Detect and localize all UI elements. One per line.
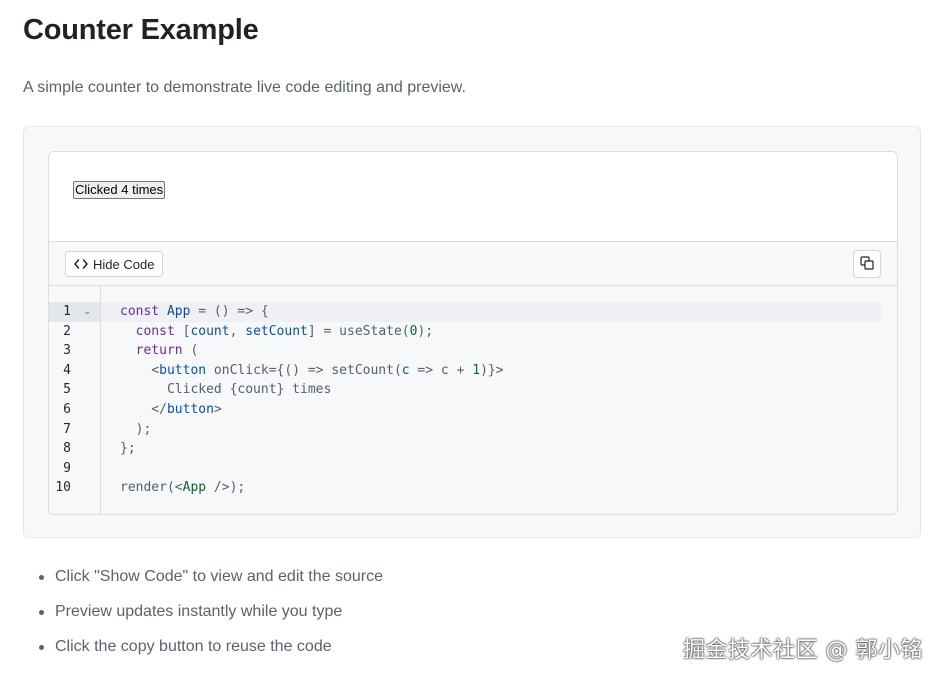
line-number: 2: [63, 323, 71, 339]
list-item: Click the copy button to reuse the code: [39, 637, 383, 672]
line-number: 1: [63, 304, 71, 319]
line-number: 6: [63, 402, 71, 417]
code-line: </button>: [120, 401, 222, 417]
line-number: 3: [63, 343, 71, 359]
toggle-code-button[interactable]: Hide Code: [65, 251, 164, 277]
feature-list: Click "Show Code" to view and edit the s…: [39, 567, 383, 672]
list-item: Preview updates instantly while you type: [39, 602, 383, 637]
line-number-gutter: 1 2 3 4 5 6 7 8 9 10 ⌄: [49, 286, 101, 514]
copy-button[interactable]: [853, 250, 881, 278]
code-editor[interactable]: 1 2 3 4 5 6 7 8 9 10 ⌄ const App = () => { const […: [49, 286, 897, 514]
code-brackets-icon: [74, 258, 88, 270]
line-number: 10: [55, 480, 71, 496]
counter-button[interactable]: Clicked 4 times: [73, 181, 166, 199]
live-demo-container: Clicked 4 times Hide Code 1 2 3 4 5 6 7 …: [23, 126, 921, 538]
code-line: const App = () => {: [120, 304, 269, 319]
code-toolbar: Hide Code: [49, 241, 897, 286]
toggle-code-label: Hide Code: [93, 256, 155, 272]
page-title: Counter Example: [23, 14, 259, 46]
fold-chevron-icon[interactable]: ⌄: [83, 302, 91, 322]
live-demo-card: Clicked 4 times Hide Code 1 2 3 4 5 6 7 …: [48, 151, 898, 515]
code-line: Clicked {count} times: [120, 382, 332, 398]
line-number: 9: [63, 460, 71, 476]
line-number: 8: [63, 441, 71, 457]
line-number: 5: [63, 382, 71, 398]
code-line: render(<App />);: [120, 480, 246, 496]
page-subtitle: A simple counter to demonstrate live cod…: [23, 79, 466, 96]
line-number: 4: [63, 362, 71, 378]
code-line: );: [120, 421, 152, 437]
line-number: 7: [63, 421, 71, 437]
copy-icon: [860, 255, 874, 273]
code-line: <button onClick={() => setCount(c => c +…: [120, 362, 504, 378]
preview-pane: Clicked 4 times: [49, 152, 897, 241]
watermark: 掘金技术社区 @ 郭小铭: [683, 638, 923, 663]
code-line: const [count, setCount] = useState(0);: [120, 323, 434, 339]
code-line: };: [120, 441, 136, 457]
code-content[interactable]: const App = () => { const [count, setCou…: [120, 302, 504, 498]
code-line: return (: [120, 343, 199, 359]
list-item: Click "Show Code" to view and edit the s…: [39, 567, 383, 602]
